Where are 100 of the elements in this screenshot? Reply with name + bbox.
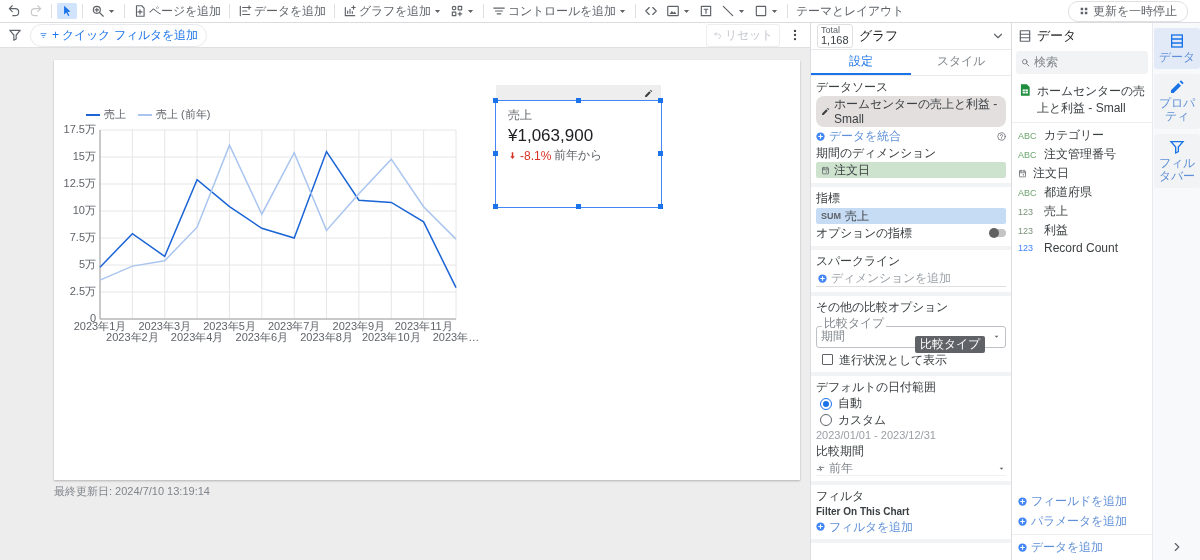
add-icon[interactable] <box>816 131 825 141</box>
legend-label: 売上 (前年) <box>156 108 211 120</box>
optional-metrics-toggle[interactable] <box>990 229 1006 238</box>
filter-icon <box>1168 138 1185 155</box>
y-axis-label: 7.5万 <box>69 231 96 243</box>
add-icon[interactable] <box>816 522 825 532</box>
add-dimension-field[interactable]: ディメンションを追加 <box>816 269 1006 288</box>
section-heading: スパークライン <box>816 253 901 268</box>
side-tab[interactable]: データ <box>1153 28 1200 70</box>
undo-icon <box>713 30 722 40</box>
pause-updates-button[interactable]: 更新を一時停止 <box>1068 0 1188 22</box>
metric-name: 売上 <box>845 208 869 224</box>
blend-data-link[interactable]: データを統合 <box>829 129 901 144</box>
resize-handle[interactable] <box>658 98 663 103</box>
chart-add-button[interactable]: グラフを追加 <box>340 1 445 21</box>
dimension-chip[interactable]: 注文日 <box>816 161 1006 179</box>
y-axis-label: 17.5万 <box>63 123 96 135</box>
side-tab[interactable]: プロパティ <box>1153 74 1200 129</box>
add-icon[interactable] <box>1018 543 1027 552</box>
y-axis-label: 10万 <box>72 204 96 216</box>
resize-handle[interactable] <box>658 151 663 156</box>
add-field-link[interactable]: フィールドを追加 <box>1031 493 1127 510</box>
filter-subheading: Filter On This Chart <box>816 505 911 518</box>
data-add-button[interactable]: データを追加 <box>235 1 329 21</box>
section-heading: データソース <box>816 80 889 95</box>
swap-icon <box>816 463 825 473</box>
search-field[interactable]: 検索 <box>1016 51 1148 74</box>
section-heading: 指標 <box>816 191 841 206</box>
y-axis-label: 12.5万 <box>63 177 96 189</box>
x-axis-label: 2023年10月 <box>361 331 421 343</box>
x-axis-label: 2023年11月 <box>394 320 453 332</box>
community-icon <box>450 4 464 18</box>
checkbox-label: 進行状況として表示 <box>839 352 947 368</box>
x-axis-label: 2023年7月 <box>267 320 321 332</box>
x-axis-label: 2023年… <box>432 331 480 343</box>
type-label: 123 <box>1018 243 1035 253</box>
image-icon <box>666 4 680 18</box>
field-name: 売上 <box>1044 203 1068 220</box>
zoom-icon <box>91 4 105 18</box>
data-source-chip[interactable]: ホームセンターの売上と利益 - Small <box>816 96 1006 128</box>
add-data-link[interactable]: データを追加 <box>1031 539 1103 556</box>
add-icon[interactable] <box>1018 517 1027 526</box>
type-label: 123 <box>1018 206 1035 217</box>
pencil-icon[interactable] <box>644 88 653 98</box>
side-tab[interactable]: フィルタバー <box>1153 133 1200 188</box>
resize-handle[interactable] <box>658 204 663 209</box>
select-tool[interactable] <box>57 3 77 19</box>
section-heading: 期間のディメンション <box>816 145 937 160</box>
aggregation-label: SUM <box>821 210 841 222</box>
scorecard-label: 売上 <box>508 107 532 124</box>
x-axis-label: 2023年6月 <box>235 331 289 343</box>
legend-label: 売上 <box>104 108 126 120</box>
type-label: ABC <box>1018 130 1038 141</box>
compare-period-select[interactable]: 前年 <box>829 460 993 476</box>
tooltip: 比較タイプ <box>915 336 985 353</box>
chart-type-title: グラフ <box>858 27 899 45</box>
line-icon <box>721 4 735 18</box>
page-add-button[interactable]: ページを追加 <box>130 1 224 21</box>
calendar-icon <box>821 165 830 175</box>
section-heading: デフォルトの日付範囲 <box>816 380 937 395</box>
add-icon <box>818 273 827 283</box>
section-heading: フィルタ <box>816 489 865 504</box>
x-axis-label: 2023年5月 <box>203 320 256 332</box>
search-icon <box>1021 58 1030 67</box>
radio-label: カスタム <box>838 412 886 428</box>
textbox-icon <box>699 4 713 18</box>
quick-filter-button[interactable]: + クイック フィルタを追加 <box>30 23 207 47</box>
add-parameter-link[interactable]: パラメータを追加 <box>1031 513 1127 530</box>
field-name: 注文管理番号 <box>1044 146 1116 163</box>
code-icon <box>644 4 658 18</box>
theme-layout-button[interactable]: テーマとレイアウト <box>793 1 907 21</box>
resize-handle[interactable] <box>493 204 498 209</box>
x-axis-label: 2023年4月 <box>170 331 224 343</box>
pencil-icon <box>821 107 830 117</box>
x-axis-label: 2023年8月 <box>300 331 353 343</box>
scorecard[interactable]: 売上 ¥1,063,900 -8.1% 前年から <box>496 101 661 207</box>
panel-tab[interactable]: 設定 <box>811 50 911 75</box>
panel-tab[interactable]: スタイル <box>911 50 1011 75</box>
data-source-name[interactable]: ホームセンターの売上と利益 - Small <box>1037 83 1146 117</box>
resize-handle[interactable] <box>493 98 498 103</box>
pencil-icon <box>1168 79 1185 96</box>
metric-chip[interactable]: SUM 売上 <box>816 207 1006 225</box>
help-icon[interactable] <box>997 131 1006 141</box>
resize-handle[interactable] <box>575 98 581 103</box>
y-axis-label: 5万 <box>78 258 96 270</box>
y-axis-label: 15万 <box>72 150 96 162</box>
spreadsheet-icon <box>1018 83 1032 97</box>
progress-checkbox[interactable] <box>822 354 833 366</box>
resize-handle[interactable] <box>493 151 498 156</box>
add-icon[interactable] <box>1018 497 1027 506</box>
last-updated-text: 最終更新日: 2024/7/10 13:19:14 <box>54 484 210 499</box>
filter-icon[interactable] <box>8 28 22 42</box>
section-heading: その他の比較オプション <box>816 300 949 315</box>
x-axis-label: 2023年3月 <box>138 320 191 332</box>
delta-value: -8.1% <box>520 148 552 163</box>
type-label: 123 <box>1018 225 1035 236</box>
undo-icon <box>7 4 21 18</box>
resize-handle[interactable] <box>575 204 581 209</box>
add-filter-link[interactable]: フィルタを追加 <box>829 519 913 534</box>
control-add-button[interactable]: コントロールを追加 <box>489 1 630 21</box>
